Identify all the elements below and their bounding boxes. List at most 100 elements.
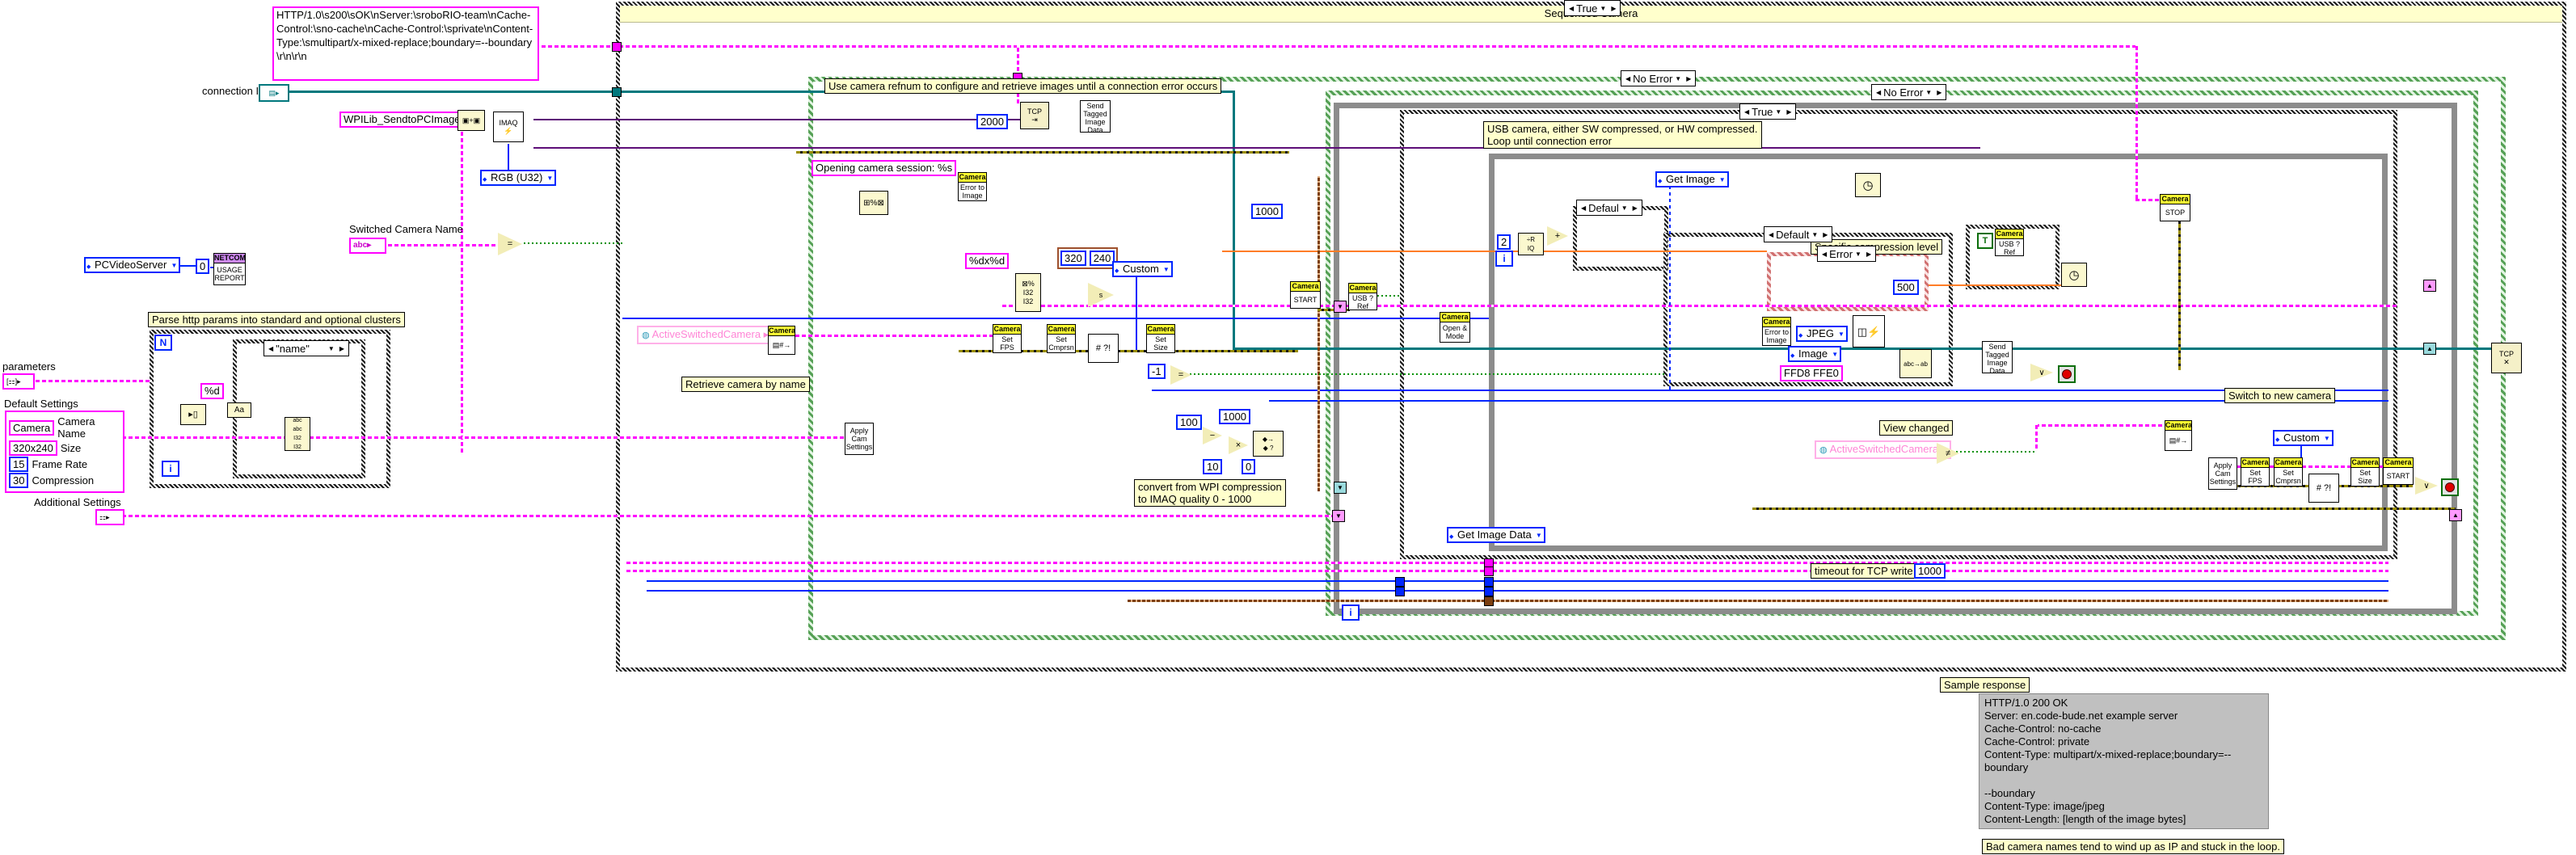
default-selector[interactable]: ◀Default▼▶: [1764, 226, 1832, 242]
camera-error-to-image-node-1[interactable]: CameraError to Image: [958, 172, 987, 201]
shift-register-right-teal: ▲: [2423, 343, 2436, 355]
custom-enum-2[interactable]: ◆Custom▼: [2273, 430, 2334, 446]
n500-constant[interactable]: 500: [1893, 280, 1919, 295]
tcp-open-timeout-constant[interactable]: 2000: [976, 114, 1008, 129]
opening-session-constant[interactable]: Opening camera session: %s: [812, 160, 956, 176]
jpeg-enum[interactable]: ◆JPEG▼: [1796, 326, 1848, 342]
image-enum[interactable]: ◆Image▼: [1788, 346, 1841, 362]
parse-comment: Parse http params into standard and opti…: [148, 312, 405, 327]
tcp-close-node[interactable]: TCP ✕: [2491, 343, 2522, 373]
wire-imaq-long: [533, 147, 1980, 149]
quotient-remainder-node[interactable]: ÷R IQ: [1518, 233, 1544, 255]
additional-settings-control[interactable]: ⚏▸: [95, 509, 124, 525]
wire-switched-name: [382, 244, 500, 246]
n1000-constant-b[interactable]: 1000: [1219, 409, 1250, 424]
split-string-node[interactable]: ▸▯: [180, 404, 206, 425]
stop-terminal-2[interactable]: [2441, 478, 2459, 496]
n1000-constant-a[interactable]: 1000: [1251, 204, 1283, 219]
format-into-string-node[interactable]: ⊞%⊠: [859, 191, 888, 215]
tunnel-blue-c: [1395, 577, 1405, 587]
get-image-enum[interactable]: ◆Get Image▼: [1655, 171, 1729, 187]
defaul-selector[interactable]: ◀Defaul▼▶: [1576, 200, 1642, 216]
camera-set-cmprsn-node-2[interactable]: CameraSet Cmprsn: [2274, 457, 2303, 486]
to-lower-node[interactable]: Aa: [227, 402, 251, 418]
stop-terminal-1[interactable]: [2058, 365, 2076, 383]
apply-cam-settings-node-1[interactable]: Apply Cam Settings: [845, 423, 874, 455]
rgb-enum[interactable]: ◆RGB (U32)▼: [480, 170, 556, 186]
no-error-1-selector[interactable]: ◀No Error▼▶: [1621, 70, 1696, 86]
camera-error-to-image-node-2[interactable]: CameraError to Image: [1762, 317, 1791, 346]
tcp-write-timeout-constant[interactable]: 1000: [1914, 563, 1946, 579]
imaq-create-node[interactable]: IMAQ ⚡: [493, 112, 524, 142]
default-settings-label: Default Settings: [4, 398, 78, 410]
http-header-constant[interactable]: HTTP/1.0\s200\sOK\nServer:\sroboRIO-team…: [272, 6, 539, 81]
wire-retrieve-out: [795, 335, 994, 337]
size-cluster-constant[interactable]: 320 240: [1057, 247, 1118, 269]
view-changed-comment: View changed: [1879, 420, 1953, 436]
for-loop-iteration-terminal: i: [162, 461, 179, 477]
scan-from-string-node[interactable]: ⊠% I32 I32: [1015, 273, 1041, 312]
defaul-case-small: [1573, 206, 1668, 271]
get-image-data-enum[interactable]: ◆Get Image Data▼: [1447, 527, 1545, 543]
inner-true-selector[interactable]: ◀True▼▶: [1739, 103, 1796, 120]
netcom-usage-report-node[interactable]: NETCOMUSAGE REPORT: [213, 253, 246, 285]
camera-stop-node[interactable]: CameraSTOP: [2160, 194, 2190, 221]
minus1-constant[interactable]: -1: [1148, 364, 1166, 379]
n100-constant[interactable]: 100: [1176, 415, 1202, 430]
in-range-coerce-node[interactable]: ◆→ ◆ ?: [1253, 431, 1284, 457]
fmt-dxd-constant[interactable]: %dx%d: [965, 253, 1009, 269]
camera-set-size-node-2[interactable]: CameraSet Size: [2350, 457, 2380, 486]
wpilib-constant[interactable]: WPILib_SendtoPCImage: [339, 112, 465, 128]
wire-error-stop-v: [2178, 220, 2181, 370]
switched-camera-name-control[interactable]: abc▸: [349, 238, 386, 254]
connection-id-control[interactable]: ▤▸: [259, 84, 289, 102]
switched-camera-name-label: Switched Camera Name: [349, 223, 463, 235]
clear-errors-node-1[interactable]: # ?!: [1088, 334, 1119, 363]
camera-set-size-node-1[interactable]: CameraSet Size: [1146, 324, 1175, 353]
apply-cam-settings-node-2[interactable]: Apply Cam Settings: [2208, 457, 2237, 490]
wait-clock-node-2[interactable]: ◷: [2061, 263, 2087, 287]
search-replace-node[interactable]: abc→ab: [1899, 349, 1932, 378]
wait-clock-node-1[interactable]: ◷: [1855, 173, 1881, 197]
send-tagged-image-node-2[interactable]: Send Tagged Image Data: [1982, 341, 2013, 373]
camera-open-mode-node[interactable]: CameraOpen & Mode: [1440, 312, 1470, 343]
camera-usb-ref-node-2[interactable]: CameraUSB ? Ref: [1995, 229, 2024, 256]
active-switched-camera-var-1[interactable]: ◍ ActiveSwitchedCamera ▸: [637, 326, 774, 344]
camera-start-node-2[interactable]: CameraSTART: [2383, 457, 2414, 485]
n2-constant[interactable]: 2: [1497, 234, 1511, 250]
width-constant: 320: [1060, 251, 1086, 266]
clear-errors-node-2[interactable]: # ?!: [2308, 474, 2339, 503]
camera-set-fps-node-2[interactable]: CameraSet FPS: [2241, 457, 2270, 486]
zero-constant[interactable]: 0: [196, 259, 209, 274]
equal-node-1[interactable]: =: [498, 233, 522, 255]
for-loop-count-terminal: N: [154, 335, 172, 351]
camera-retrieve-node-2[interactable]: Camera▤#→: [2165, 420, 2192, 451]
tcp-write-node[interactable]: TCP ⇥: [1020, 102, 1049, 129]
parameters-control[interactable]: [⚏]▸: [2, 373, 35, 390]
concatenate-strings-node[interactable]: ▣+▣: [457, 110, 485, 131]
active-switched-camera-var-2[interactable]: ◍ ActiveSwitchedCamera ▸: [1815, 440, 1951, 459]
height-constant: 240: [1090, 251, 1115, 266]
n0b-constant[interactable]: 0: [1242, 459, 1255, 474]
sample-response-text: HTTP/1.0 200 OK Server: en.code-bude.net…: [1979, 693, 2269, 829]
camera-retrieve-node-1[interactable]: Camera▤#→: [768, 326, 795, 355]
outer-case-selector[interactable]: ◀True▼▶: [1564, 0, 1621, 16]
fmt-d-constant[interactable]: %d: [200, 383, 224, 399]
send-tagged-image-node-1[interactable]: Send Tagged Image Data: [1080, 100, 1111, 133]
camera-start-node-1[interactable]: CameraSTART: [1290, 281, 1321, 309]
true-constant[interactable]: T: [1977, 233, 1993, 249]
default-settings-cluster[interactable]: CameraCamera Name 320x240Size 15Frame Ra…: [5, 411, 124, 493]
wire-default-settings: [116, 436, 847, 439]
camera-set-cmprsn-node-1[interactable]: CameraSet Cmprsn: [1047, 324, 1076, 353]
camera-usb-ref-node-1[interactable]: CameraUSB ? Ref: [1348, 283, 1377, 310]
no-error-2-selector[interactable]: ◀No Error▼▶: [1871, 84, 1946, 100]
jpeg-magic-constant[interactable]: FFD8 FFE0: [1780, 365, 1843, 381]
bundle-node[interactable]: abc abc I32 I32: [285, 417, 310, 451]
imaq-flatten-node[interactable]: ◫⚡: [1853, 315, 1885, 347]
camera-set-fps-node-1[interactable]: CameraSet FPS: [993, 324, 1022, 353]
name-case-selector[interactable]: ◀"name"▼▶: [264, 340, 349, 356]
custom-enum-1[interactable]: ◆Custom▼: [1112, 261, 1173, 277]
n10-constant[interactable]: 10: [1203, 459, 1222, 474]
pc-video-server-enum[interactable]: ◆PCVideoServer▼: [84, 257, 180, 273]
error-selector[interactable]: ◀Error▼▶: [1817, 246, 1876, 262]
